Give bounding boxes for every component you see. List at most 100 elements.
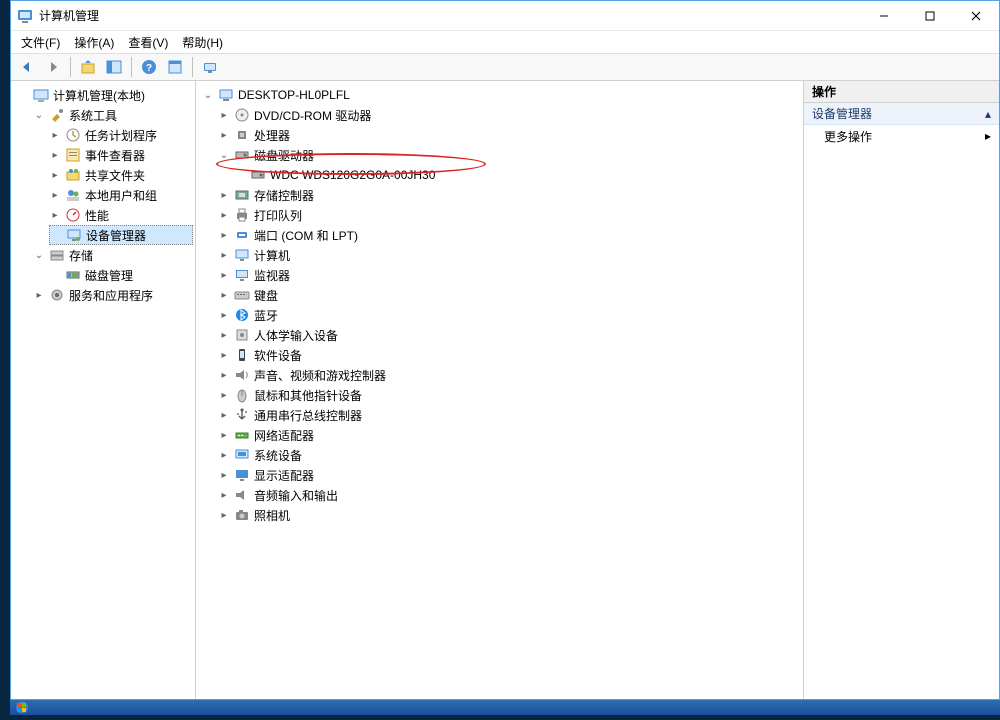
expand-icon[interactable]: ▸ (218, 369, 230, 381)
device-audio-io[interactable]: ▸音频输入和输出 (218, 485, 801, 505)
actions-header: 操作 (804, 81, 999, 103)
menu-help[interactable]: 帮助(H) (182, 34, 223, 51)
actions-section-device-manager[interactable]: 设备管理器 ▴ (804, 103, 999, 125)
actions-more[interactable]: 更多操作 ▸ (804, 125, 999, 147)
device-system[interactable]: ▸系统设备 (218, 445, 801, 465)
tree-label: 键盘 (254, 287, 278, 304)
tree-device-manager[interactable]: ▸设备管理器 (49, 225, 193, 245)
show-hide-tree-button[interactable] (102, 56, 126, 78)
expand-icon[interactable]: ▸ (218, 409, 230, 421)
title-bar: 计算机管理 (11, 1, 999, 31)
expand-icon[interactable]: ▸ (218, 389, 230, 401)
device-cameras[interactable]: ▸照相机 (218, 505, 801, 525)
expand-icon[interactable]: ▸ (49, 169, 61, 181)
device-usb[interactable]: ▸通用串行总线控制器 (218, 405, 801, 425)
tree-services-apps[interactable]: ▸ 服务和应用程序 (33, 285, 193, 305)
expand-icon[interactable]: ▸ (49, 129, 61, 141)
expand-icon[interactable]: ▸ (218, 129, 230, 141)
device-print-queues[interactable]: ▸打印队列 (218, 205, 801, 225)
expand-icon[interactable]: ▸ (33, 289, 45, 301)
device-display-adapters[interactable]: ▸显示适配器 (218, 465, 801, 485)
device-keyboards[interactable]: ▸ 键盘 (218, 285, 801, 305)
help-button[interactable]: ? (137, 56, 161, 78)
back-button[interactable] (15, 56, 39, 78)
forward-button[interactable] (41, 56, 65, 78)
device-root[interactable]: ⌄ DESKTOP-HL0PLFL (202, 85, 801, 105)
tree-label: 事件查看器 (85, 147, 145, 164)
device-monitors[interactable]: ▸监视器 (218, 265, 801, 285)
content-area: ▸ 计算机管理(本地) ⌄ 系统工具 ▸ 任务计划程序 (11, 81, 999, 699)
toolbar-separator (192, 57, 193, 77)
tree-storage[interactable]: ⌄ 存储 (33, 245, 193, 265)
expand-icon[interactable]: ▸ (218, 249, 230, 261)
tree-label: 系统工具 (69, 107, 117, 124)
expand-icon[interactable]: ▸ (218, 309, 230, 321)
close-button[interactable] (953, 1, 999, 31)
tree-performance[interactable]: ▸性能 (49, 205, 193, 225)
device-hid[interactable]: ▸人体学输入设备 (218, 325, 801, 345)
expand-icon[interactable]: ▸ (218, 509, 230, 521)
printer-icon (234, 207, 250, 223)
tree-shared-folders[interactable]: ▸共享文件夹 (49, 165, 193, 185)
expand-icon[interactable]: ▸ (218, 209, 230, 221)
expand-icon[interactable]: ▸ (49, 209, 61, 221)
device-network[interactable]: ▸网络适配器 (218, 425, 801, 445)
device-sound[interactable]: ▸声音、视频和游戏控制器 (218, 365, 801, 385)
expand-icon[interactable]: ▸ (218, 109, 230, 121)
device-mouse[interactable]: ▸ 鼠标和其他指针设备 (218, 385, 801, 405)
tree-system-tools[interactable]: ⌄ 系统工具 (33, 105, 193, 125)
menu-view[interactable]: 查看(V) (128, 34, 168, 51)
device-computer[interactable]: ▸计算机 (218, 245, 801, 265)
expand-icon[interactable]: ▸ (49, 189, 61, 201)
tree-local-users[interactable]: ▸本地用户和组 (49, 185, 193, 205)
tree-label: 处理器 (254, 127, 290, 144)
menu-file[interactable]: 文件(F) (21, 34, 60, 51)
device-bluetooth[interactable]: ▸蓝牙 (218, 305, 801, 325)
tree-task-scheduler[interactable]: ▸ 任务计划程序 (49, 125, 193, 145)
device-ports[interactable]: ▸端口 (COM 和 LPT) (218, 225, 801, 245)
device-cpu[interactable]: ▸ 处理器 (218, 125, 801, 145)
expand-icon[interactable]: ▸ (49, 149, 61, 161)
disk-drive-icon (250, 167, 266, 183)
collapse-icon[interactable]: ⌄ (202, 89, 214, 101)
disk-drive-icon (234, 147, 250, 163)
expand-icon[interactable]: ▸ (218, 469, 230, 481)
taskbar[interactable] (10, 700, 1000, 715)
device-software-devices[interactable]: ▸软件设备 (218, 345, 801, 365)
expand-icon[interactable]: ▸ (218, 349, 230, 361)
expand-icon[interactable]: ▸ (218, 329, 230, 341)
expand-icon[interactable]: ▸ (218, 449, 230, 461)
collapse-icon[interactable]: ⌄ (33, 249, 45, 261)
actions-item-label: 更多操作 (824, 128, 872, 145)
minimize-button[interactable] (861, 1, 907, 31)
tree-event-viewer[interactable]: ▸ 事件查看器 (49, 145, 193, 165)
tree-label: 任务计划程序 (85, 127, 157, 144)
menu-action[interactable]: 操作(A) (74, 34, 114, 51)
collapse-icon[interactable]: ⌄ (218, 149, 230, 161)
device-disk-drives[interactable]: ⌄磁盘驱动器 (218, 145, 801, 165)
device-dvd[interactable]: ▸DVD/CD-ROM 驱动器 (218, 105, 801, 125)
collapse-icon[interactable]: ⌄ (33, 109, 45, 121)
tree-label: 磁盘管理 (85, 267, 133, 284)
scan-hardware-button[interactable] (198, 56, 222, 78)
device-storage-controllers[interactable]: ▸存储控制器 (218, 185, 801, 205)
expand-icon[interactable]: ▸ (218, 229, 230, 241)
properties-button[interactable] (163, 56, 187, 78)
bluetooth-icon (234, 307, 250, 323)
port-icon (234, 227, 250, 243)
expand-icon[interactable]: ▸ (218, 429, 230, 441)
device-tree-pane[interactable]: ⌄ DESKTOP-HL0PLFL ▸DVD/CD-ROM 驱动器 ▸ 处理器 ⌄… (196, 81, 804, 699)
console-tree-pane[interactable]: ▸ 计算机管理(本地) ⌄ 系统工具 ▸ 任务计划程序 (11, 81, 196, 699)
expand-icon[interactable]: ▸ (218, 289, 230, 301)
users-icon (65, 187, 81, 203)
tree-root-computer-management[interactable]: ▸ 计算机管理(本地) (17, 85, 193, 105)
tree-label: 鼠标和其他指针设备 (254, 387, 362, 404)
tree-disk-management[interactable]: ▸磁盘管理 (49, 265, 193, 285)
start-button[interactable] (10, 700, 50, 715)
device-disk-wdc[interactable]: ▸WDC WDS120G2G0A-00JH30 (234, 165, 801, 185)
expand-icon[interactable]: ▸ (218, 489, 230, 501)
maximize-button[interactable] (907, 1, 953, 31)
expand-icon[interactable]: ▸ (218, 189, 230, 201)
expand-icon[interactable]: ▸ (218, 269, 230, 281)
up-button[interactable] (76, 56, 100, 78)
